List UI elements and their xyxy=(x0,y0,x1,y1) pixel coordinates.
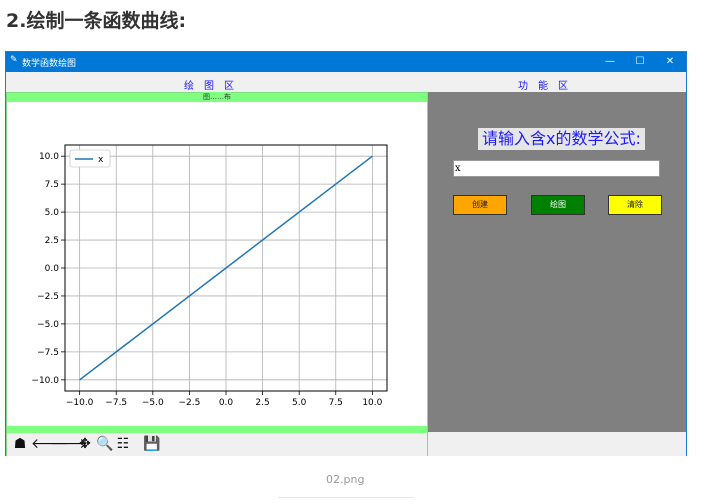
title-bar: ✎ 数学函数绘图 — ☐ ✕ xyxy=(6,52,686,72)
y-tick-label: 5.0 xyxy=(45,208,60,218)
pan-icon[interactable]: ✥ xyxy=(77,436,93,452)
canvas-label: 图……布 xyxy=(203,92,231,102)
save-icon[interactable]: 💾 xyxy=(143,436,160,452)
y-tick-label: 2.5 xyxy=(45,236,59,246)
home-icon[interactable]: ☗ xyxy=(12,436,28,452)
y-tick-label: 0.0 xyxy=(45,264,60,274)
function-panel: 请输入含x的数学公式: x 创建 绘图 清除 xyxy=(428,92,686,432)
image-caption: 02.png xyxy=(326,473,365,486)
configure-subplots-icon[interactable]: ☷ xyxy=(115,436,131,452)
back-arrow-icon[interactable]: 🡐 xyxy=(31,436,69,452)
navigation-toolbar: ☗ 🡐 🡒 ✥ 🔍 ☷ 💾 xyxy=(7,433,427,456)
function-area-label: 功能区 xyxy=(518,81,578,92)
y-tick-label: −10.0 xyxy=(31,376,59,386)
y-tick-label: −2.5 xyxy=(37,292,59,302)
x-tick-label: 2.5 xyxy=(255,398,269,408)
plot-area-label: 绘图区 xyxy=(184,81,244,92)
window-title: 数学函数绘图 xyxy=(22,59,77,69)
formula-prompt: 请输入含x的数学公式: xyxy=(478,128,645,150)
app-window: ✎ 数学函数绘图 — ☐ ✕ 绘图区 功能区 图……布 −10.0 −7.5 −5.… xyxy=(5,51,687,456)
legend-label: x xyxy=(98,155,104,165)
status-strip xyxy=(428,432,686,456)
x-tick-label: 10.0 xyxy=(362,398,382,408)
minimize-button[interactable]: — xyxy=(596,54,624,70)
x-tick-label: 5.0 xyxy=(292,398,307,408)
feather-icon: ✎ xyxy=(10,55,18,65)
draw-button[interactable]: 绘图 xyxy=(531,195,585,215)
zoom-icon[interactable]: 🔍 xyxy=(96,436,113,452)
legend: x xyxy=(69,149,111,168)
plot-panel: 图……布 −10.0 −7.5 −5.0 −2.5 0.0 2.5 5.0 7.5 10.0 −1… xyxy=(6,92,428,456)
x-tick-label: 0.0 xyxy=(219,398,234,408)
maximize-button[interactable]: ☐ xyxy=(626,54,654,70)
line-chart[interactable]: −10.0 −7.5 −5.0 −2.5 0.0 2.5 5.0 7.5 10.0 −10.0 −7… xyxy=(7,102,427,426)
x-tick-label: −2.5 xyxy=(178,398,200,408)
x-tick-label: 7.5 xyxy=(329,398,343,408)
y-tick-label: −7.5 xyxy=(37,348,59,358)
y-tick-label: −5.0 xyxy=(37,320,59,330)
create-button[interactable]: 创建 xyxy=(453,195,507,215)
clear-button[interactable]: 清除 xyxy=(608,195,662,215)
close-button[interactable]: ✕ xyxy=(656,54,684,70)
x-tick-label: −10.0 xyxy=(66,398,94,408)
formula-input[interactable]: x xyxy=(453,160,660,177)
x-tick-label: −7.5 xyxy=(105,398,127,408)
caption-divider xyxy=(278,497,414,498)
y-tick-label: 7.5 xyxy=(45,180,59,190)
canvas-bottom-bar xyxy=(7,426,427,433)
forward-arrow-icon[interactable]: 🡒 xyxy=(50,436,88,452)
y-tick-label: 10.0 xyxy=(39,152,59,162)
x-tick-label: −5.0 xyxy=(142,398,164,408)
page-heading: 2.绘制一条函数曲线: xyxy=(6,10,187,32)
